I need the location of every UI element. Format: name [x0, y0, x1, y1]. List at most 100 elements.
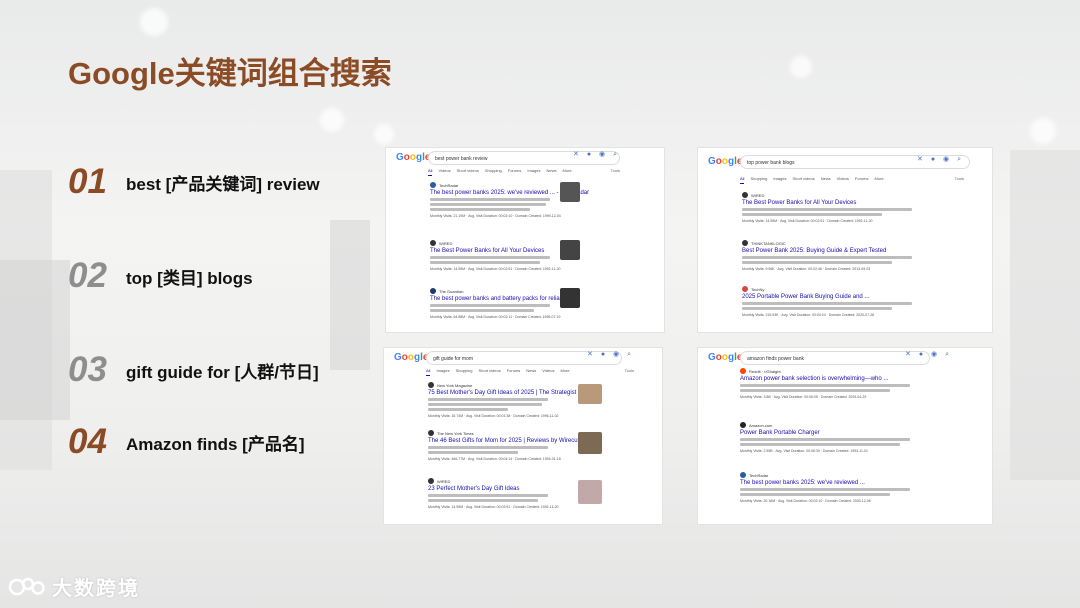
- google-logo: Google: [396, 152, 430, 163]
- brand-name: 大数跨境: [52, 578, 140, 600]
- result-snippet: [740, 389, 890, 392]
- search-result: The New York Times The 46 Best Gifts for…: [428, 430, 587, 461]
- tab: Shopping: [750, 176, 768, 181]
- result-meta: Monthly Visits: 14.59M · Avg. Visit Dura…: [430, 267, 561, 271]
- result-site: WIRED: [437, 478, 451, 484]
- result-title: The 46 Best Gifts for Mom for 2025 | Rev…: [428, 438, 587, 444]
- bg-light-4: [1030, 118, 1056, 144]
- bg-rack-left: [0, 260, 70, 420]
- result-thumbnail: [560, 288, 580, 308]
- result-meta: Monthly Visits: 215.93K · Avg. Visit Dur…: [742, 313, 875, 317]
- tab: More: [562, 168, 572, 173]
- result-snippet: [740, 384, 910, 387]
- item-label: best [产品关键词] review: [126, 174, 320, 194]
- result-snippet: [428, 446, 548, 449]
- result-title: The best power banks and battery packs f…: [430, 296, 575, 302]
- search-icons: ✕ ● ◉ ⌕: [587, 351, 634, 358]
- bg-light-1: [140, 8, 168, 36]
- item-number: 03: [68, 350, 107, 389]
- search-tabs: All Shopping Images Short videos News Vi…: [740, 176, 884, 184]
- favicon-icon: [740, 422, 746, 428]
- brand-logo-icon: [8, 574, 46, 600]
- tab: More: [874, 176, 884, 181]
- list-item-4: 04 Amazon finds [产品名]: [68, 420, 305, 464]
- favicon-icon: [740, 472, 746, 478]
- search-result: WIRED The Best Power Banks for All Your …: [430, 240, 561, 271]
- search-result: Amazon.com Power Bank Portable Charger M…: [740, 422, 910, 453]
- result-title: 75 Best Mother's Day Gift Ideas of 2025 …: [428, 390, 577, 396]
- item-number: 04: [68, 422, 107, 461]
- result-snippet: [428, 398, 548, 401]
- result-thumbnail: [578, 480, 602, 504]
- result-site: WIRED: [751, 192, 765, 198]
- google-search-bar: Google gift guide for mom ✕ ● ◉ ⌕: [384, 348, 662, 370]
- result-snippet: [740, 443, 900, 446]
- tab: Short videos: [478, 368, 501, 373]
- item-label: gift guide for [人群/节日]: [126, 362, 319, 382]
- result-meta: Monthly Visits: 20.18M · Avg. Visit Dura…: [740, 499, 871, 503]
- tab: Videos: [836, 176, 849, 181]
- search-result: TechRadar The best power banks 2025: we'…: [740, 472, 910, 503]
- google-search-bar: Google top power bank blogs ✕ ● ◉ ⌕: [698, 148, 992, 170]
- tab: All: [740, 176, 745, 184]
- google-search-bar: Google amazon finds power bank ✕ ● ◉ ⌕: [698, 348, 992, 370]
- result-site: New York Magazine: [437, 382, 473, 388]
- result-meta: Monthly Visits: 21.19M · Avg. Visit Dura…: [430, 214, 561, 218]
- result-snippet: [742, 307, 892, 310]
- item-number: 01: [68, 162, 107, 201]
- search-result: TechNy 2025 Portable Power Bank Buying G…: [742, 286, 912, 317]
- result-snippet: [740, 438, 910, 441]
- result-site: The New York Times: [437, 430, 474, 436]
- search-icons: ✕ ● ◉ ⌕: [917, 156, 964, 163]
- search-result: Reddit · r/Ghaight Amazon power bank sel…: [740, 368, 910, 399]
- google-logo: Google: [394, 352, 428, 363]
- favicon-icon: [428, 382, 434, 388]
- result-meta: Monthly Visits: 9.56K · Avg. Visit Durat…: [742, 267, 871, 271]
- tab: Shopping: [484, 168, 502, 173]
- favicon-icon: [740, 368, 746, 374]
- tab: News: [526, 368, 537, 373]
- bg-column-right: [1010, 150, 1080, 480]
- result-title: Amazon power bank selection is overwhelm…: [740, 376, 889, 382]
- tools-link: Tools: [954, 176, 964, 181]
- tab: Videos: [542, 368, 555, 373]
- tab: Images: [773, 176, 787, 181]
- favicon-icon: [742, 192, 748, 198]
- result-site: TechRadar: [439, 182, 459, 188]
- favicon-icon: [742, 286, 748, 292]
- result-site: TechRadar: [749, 472, 769, 478]
- result-site: The Guardian: [439, 288, 464, 294]
- google-logo: Google: [708, 352, 742, 363]
- result-snippet: [742, 213, 882, 216]
- favicon-icon: [428, 478, 434, 484]
- result-site: THINKTANKLOGIC: [751, 240, 786, 246]
- result-snippet: [742, 261, 892, 264]
- tab: Images: [527, 168, 541, 173]
- result-site: Amazon.com: [749, 422, 773, 428]
- search-tabs: All Images Shopping Short videos Forums …: [426, 368, 570, 376]
- result-snippet: [742, 208, 912, 211]
- item-label: top [类目] blogs: [126, 268, 253, 288]
- result-thumbnail: [578, 432, 602, 454]
- result-snippet: [428, 494, 548, 497]
- tab: Shopping: [455, 368, 473, 373]
- search-result: TechRadar The best power banks 2025: we'…: [430, 182, 590, 218]
- list-item-1: 01 best [产品关键词] review: [68, 160, 320, 204]
- result-title: 23 Perfect Mother's Day Gift Ideas: [428, 486, 520, 492]
- result-title: The best power banks 2025: we've reviewe…: [430, 190, 590, 196]
- search-screenshot-1: Google best power bank review ✕ ● ◉ ⌕ Al…: [386, 148, 664, 332]
- result-snippet: [430, 304, 550, 307]
- result-snippet: [430, 203, 546, 206]
- bg-light-5: [790, 56, 812, 78]
- tab: Short videos: [456, 168, 479, 173]
- result-snippet: [428, 499, 538, 502]
- result-snippet: [742, 256, 912, 259]
- result-title: The best power banks 2025: we've reviewe…: [740, 480, 865, 486]
- favicon-icon: [428, 430, 434, 436]
- result-site: Reddit · r/Ghaight: [749, 368, 781, 374]
- tab: Images: [436, 368, 450, 373]
- result-meta: Monthly Visits: 466.77M · Avg. Visit Dur…: [428, 457, 561, 461]
- list-item-3: 03 gift guide for [人群/节日]: [68, 348, 319, 392]
- google-search-bar: Google best power bank review ✕ ● ◉ ⌕: [386, 148, 664, 170]
- tab: Forums: [854, 176, 869, 181]
